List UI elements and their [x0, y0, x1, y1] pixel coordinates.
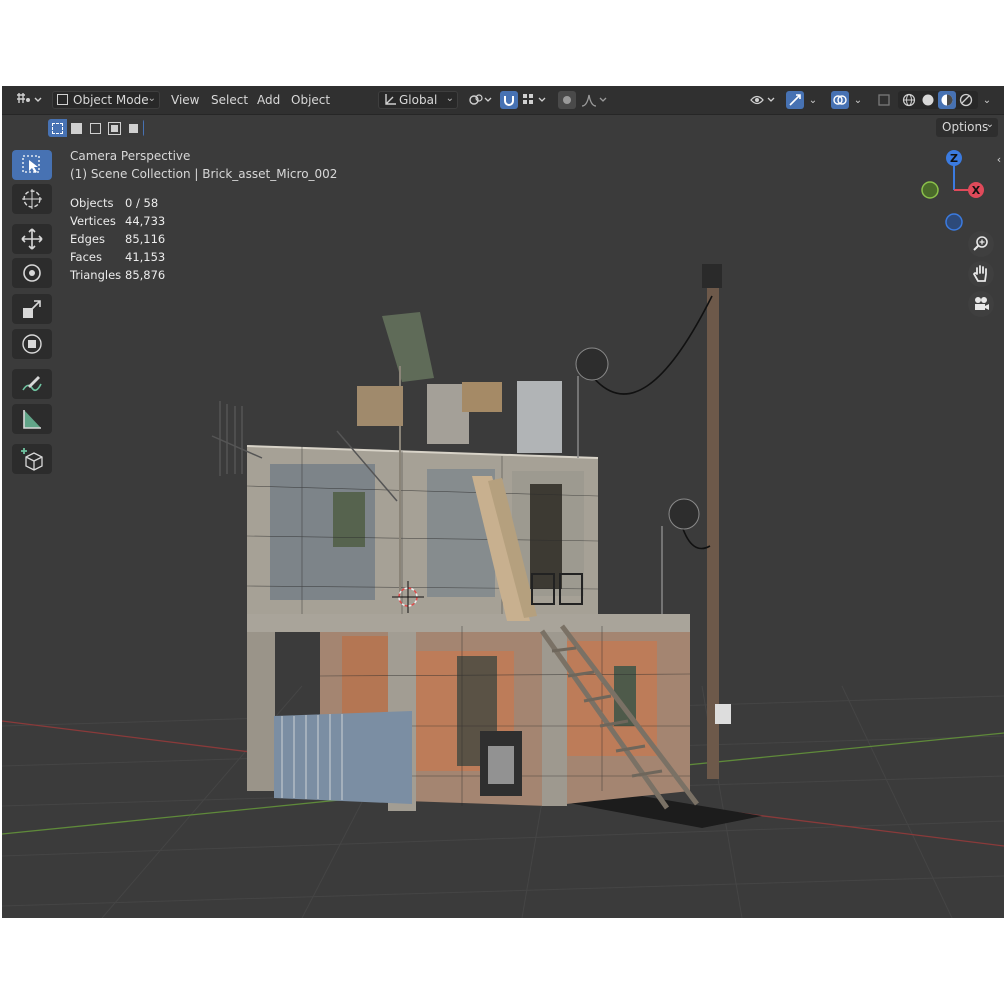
x-axis-label: X	[972, 184, 981, 197]
material-shading-icon[interactable]	[938, 91, 956, 109]
cursor-icon	[22, 189, 42, 209]
select-box-tool[interactable]	[12, 150, 52, 180]
viewport-header: Object Mode ⌄ View Select Add Object Glo…	[2, 86, 1004, 115]
menu-add[interactable]: Add	[257, 93, 280, 107]
transform-icon	[22, 334, 42, 354]
wireframe-shading-icon[interactable]	[900, 91, 918, 109]
pan-button[interactable]	[968, 261, 994, 287]
zoom-button[interactable]	[968, 231, 994, 257]
gizmo-toggle-icon[interactable]	[786, 91, 804, 109]
blender-window: Object Mode ⌄ View Select Add Object Glo…	[2, 86, 1004, 918]
measure-tool[interactable]	[12, 404, 52, 434]
chevron-down-icon[interactable]: ⌄	[806, 91, 820, 109]
orientation-dropdown[interactable]: Global ⌄	[378, 91, 458, 109]
camera-icon	[975, 297, 989, 310]
snap-target-icon[interactable]	[521, 91, 551, 109]
select-box-icon	[22, 155, 40, 173]
pivot-point-icon[interactable]	[467, 91, 495, 109]
proportional-edit-icon[interactable]	[558, 91, 576, 109]
cursor-tool[interactable]	[12, 184, 52, 214]
chevron-down-icon: ⌄	[985, 119, 994, 130]
chevron-down-icon: ⌄	[445, 93, 454, 104]
add-cube-icon	[21, 448, 43, 471]
select-difference-icon[interactable]	[105, 119, 124, 137]
options-dropdown[interactable]: Options ⌄	[936, 118, 998, 137]
hand-icon	[972, 265, 987, 282]
move-tool[interactable]	[12, 224, 52, 254]
neg-z-axis-handle[interactable]	[945, 213, 963, 231]
falloff-icon[interactable]	[580, 91, 610, 109]
object-mode-icon	[57, 94, 68, 105]
select-subtract-icon[interactable]	[86, 119, 105, 137]
stat-value: 85,116	[125, 232, 166, 246]
select-new-icon[interactable]	[48, 119, 67, 137]
options-label: Options	[942, 120, 989, 134]
menu-view[interactable]: View	[171, 93, 199, 107]
visibility-icon[interactable]	[749, 91, 779, 109]
3d-viewport[interactable]	[2, 86, 1004, 918]
rendered-shading-icon[interactable]	[957, 91, 975, 109]
orientation-label: Global	[399, 93, 438, 107]
collection-label: (1) Scene Collection | Brick_asset_Micro…	[70, 167, 338, 181]
stat-value: 44,733	[125, 214, 166, 228]
view-name: Camera Perspective	[70, 149, 191, 163]
z-axis-label: Z	[950, 152, 958, 165]
rotate-icon	[23, 264, 41, 282]
transform-tool[interactable]	[12, 329, 52, 359]
select-extend-icon[interactable]	[67, 119, 86, 137]
xray-toggle-icon[interactable]	[875, 91, 893, 109]
zoom-icon	[973, 236, 988, 251]
annotate-tool[interactable]	[12, 369, 52, 399]
tool-settings-bar: Options ⌄	[2, 115, 1004, 141]
stat-label: Triangles	[70, 268, 122, 282]
editor-type-icon[interactable]	[14, 90, 44, 110]
scale-tool[interactable]	[12, 294, 52, 324]
measure-icon	[23, 410, 41, 429]
stat-label: Vertices	[70, 214, 116, 228]
mode-dropdown[interactable]: Object Mode ⌄	[52, 91, 160, 109]
stat-label: Objects	[70, 196, 114, 210]
camera-view-button[interactable]	[968, 291, 994, 317]
overlays-icon[interactable]	[831, 91, 849, 109]
y-axis-handle[interactable]	[921, 181, 939, 199]
menu-object[interactable]: Object	[291, 93, 330, 107]
annotate-icon	[22, 376, 42, 392]
move-icon	[21, 228, 43, 250]
stat-value: 85,876	[125, 268, 166, 282]
transform-orientation-icon	[385, 94, 396, 105]
rotate-tool[interactable]	[12, 258, 52, 288]
menu-select[interactable]: Select	[211, 93, 248, 107]
stat-label: Faces	[70, 250, 102, 264]
shading-group	[898, 91, 978, 109]
stat-value: 0 / 58	[125, 196, 159, 210]
add-cube-tool[interactable]	[12, 444, 52, 474]
select-intersect-icon[interactable]	[124, 119, 143, 137]
collapse-sidebar-icon[interactable]: ‹	[995, 152, 1003, 166]
navigation-gizmo[interactable]: Z X	[914, 146, 994, 236]
solid-shading-icon[interactable]	[919, 91, 937, 109]
chevron-down-icon[interactable]: ⌄	[851, 91, 865, 109]
stat-label: Edges	[70, 232, 105, 246]
stat-value: 41,153	[125, 250, 166, 264]
selection-modes	[48, 119, 144, 137]
snap-icon[interactable]	[500, 91, 518, 109]
chevron-down-icon[interactable]: ⌄	[980, 91, 994, 109]
scale-icon	[23, 300, 41, 318]
chevron-down-icon: ⌄	[147, 93, 156, 104]
mode-label: Object Mode	[73, 93, 149, 107]
